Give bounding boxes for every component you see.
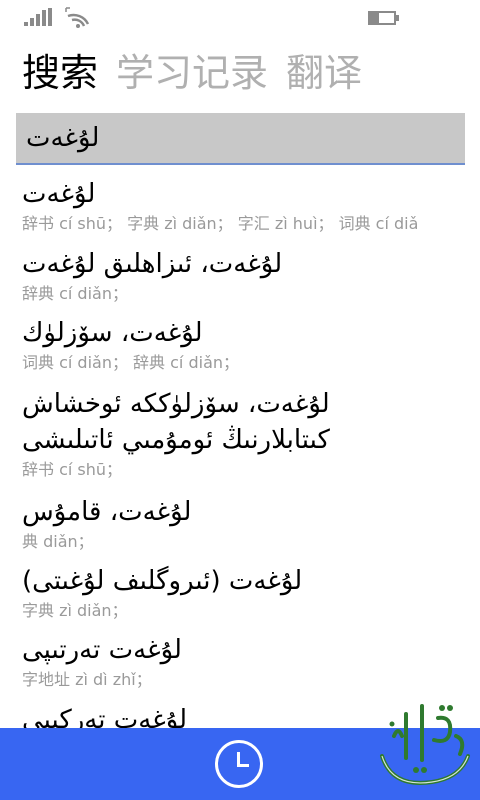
list-item[interactable]: لۇغەت، سۆزلۈك 词典 cí diǎn； 辞典 cí diǎn；	[22, 315, 462, 375]
result-translation: 字地址 zì dì zhǐ；	[22, 670, 152, 689]
result-word: لۇغەت (ئىروگلىف لۇغىتى)	[22, 566, 303, 596]
result-word: لۇغەت، قامۇس	[22, 497, 192, 527]
signal-strength-icon	[24, 8, 54, 26]
list-item[interactable]: لۇغەت 辞书 cí shū； 字典 zì diǎn； 字汇 zì huì； …	[22, 176, 462, 236]
app-logo	[372, 696, 476, 796]
tab-search[interactable]: 搜索	[22, 46, 98, 100]
tab-translate[interactable]: 翻译	[286, 46, 362, 100]
result-word: لۇغەت، سۆزلۈككە ئوخشاش	[22, 389, 330, 419]
result-word: لۇغەت	[22, 179, 96, 209]
pivot-header: 搜索 学习记录 翻译	[22, 46, 380, 102]
results-list[interactable]: لۇغەت 辞书 cí shū； 字典 zì diǎn； 字汇 zì huì； …	[0, 172, 480, 728]
list-item[interactable]: لۇغەت، ئىزاھلىق لۇغەت 辞典 cí diǎn；	[22, 246, 462, 306]
result-translation: 典 diǎn；	[22, 532, 94, 551]
list-item[interactable]: لۇغەت (ئىروگلىف لۇغىتى) 字典 zì diǎn；	[22, 563, 462, 623]
search-box[interactable]	[16, 113, 465, 165]
result-translation: 辞书 cí shū；	[22, 460, 123, 479]
history-button[interactable]	[215, 740, 263, 788]
list-item[interactable]: لۇغەت، قامۇس 典 diǎn；	[22, 494, 462, 554]
result-translation: 辞典 cí diǎn；	[22, 284, 128, 303]
result-word-line2: كىتابلارنىڭ ئومۇمىي ئاتىلىشى	[22, 425, 330, 455]
tab-study-history[interactable]: 学习记录	[116, 46, 268, 100]
wifi-icon	[64, 6, 92, 28]
result-word: لۇغەت، سۆزلۈك	[22, 318, 203, 348]
list-item[interactable]: لۇغەت، سۆزلۈككە ئوخشاش كىتابلارنىڭ ئومۇم…	[22, 386, 462, 482]
status-bar	[0, 0, 480, 32]
search-input[interactable]	[16, 113, 465, 163]
result-word: لۇغەت، ئىزاھلىق لۇغەت	[22, 249, 283, 279]
battery-icon	[368, 11, 399, 25]
result-translation: 辞书 cí shū； 字典 zì diǎn； 字汇 zì huì； 词典 cí …	[22, 214, 419, 233]
list-item[interactable]: لۇغەت تەرتىپى 字地址 zì dì zhǐ；	[22, 632, 462, 692]
result-translation: 字典 zì diǎn；	[22, 601, 128, 620]
result-word: لۇغەت تەرتىپى	[22, 635, 182, 665]
result-translation: 词典 cí diǎn； 辞典 cí diǎn；	[22, 353, 240, 372]
